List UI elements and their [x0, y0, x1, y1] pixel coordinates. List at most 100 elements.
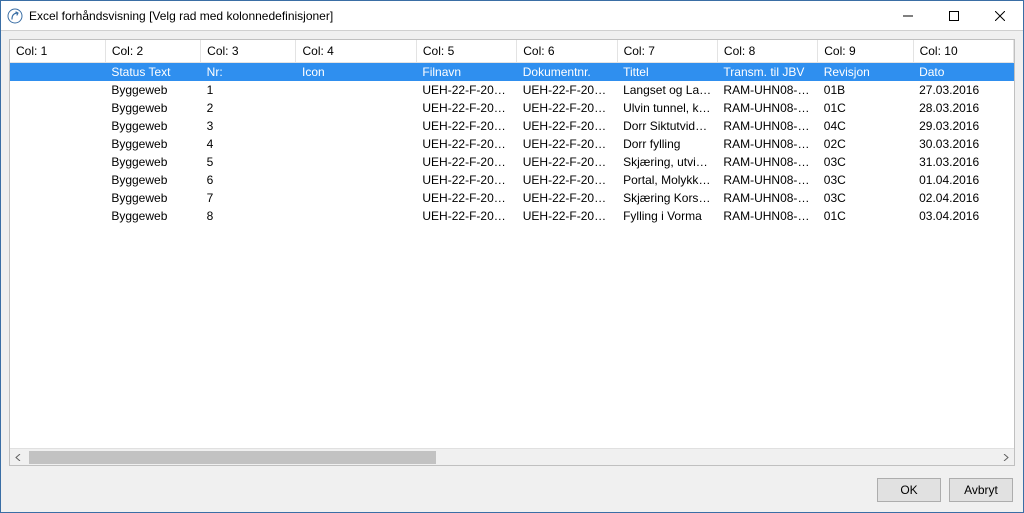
cancel-button-label: Avbryt	[964, 483, 998, 497]
titlebar[interactable]: Excel forhåndsvisning [Velg rad med kolo…	[1, 1, 1023, 31]
table-row[interactable]: Byggeweb8UEH-22-F-2057...UEH-22-F-20571F…	[10, 207, 1014, 225]
window-controls	[885, 1, 1023, 30]
cell: Dokumentnr.	[517, 63, 617, 81]
col-header[interactable]: Col: 1	[10, 40, 105, 63]
cell: RAM-UHN08-00...	[717, 171, 817, 189]
cell	[10, 81, 105, 99]
cell: Byggeweb	[105, 189, 200, 207]
cell: Filnavn	[416, 63, 516, 81]
table-row[interactable]: Byggeweb4UEH-22-F-2055...UEH-22-F-20550D…	[10, 135, 1014, 153]
cell: Nr:	[201, 63, 296, 81]
cell: Byggeweb	[105, 153, 200, 171]
scroll-thumb[interactable]	[29, 451, 436, 464]
cell	[296, 189, 416, 207]
ok-button[interactable]: OK	[877, 478, 941, 502]
cell: 02.04.2016	[913, 189, 1013, 207]
cell: UEH-22-F-2055...	[416, 135, 516, 153]
cell: UEH-22-F-20571	[517, 207, 617, 225]
horizontal-scrollbar[interactable]	[10, 448, 1014, 465]
table-row[interactable]: Byggeweb2UEH-22-F-2051...UEH-22-F-20515U…	[10, 99, 1014, 117]
scroll-track[interactable]	[27, 449, 997, 466]
scroll-right-button[interactable]	[997, 449, 1014, 466]
cell: 28.03.2016	[913, 99, 1013, 117]
table-row[interactable]: Byggeweb6UEH-22-F-2055...UEH-22-F-20557P…	[10, 171, 1014, 189]
cell	[10, 135, 105, 153]
col-header[interactable]: Col: 8	[717, 40, 817, 63]
cell: 1	[201, 81, 296, 99]
cell	[10, 153, 105, 171]
cell: 4	[201, 135, 296, 153]
cell: 8	[201, 207, 296, 225]
col-header[interactable]: Col: 9	[818, 40, 913, 63]
col-header[interactable]: Col: 4	[296, 40, 416, 63]
cell: Revisjon	[818, 63, 913, 81]
window: Excel forhåndsvisning [Velg rad med kolo…	[0, 0, 1024, 513]
cell: 01.04.2016	[913, 171, 1013, 189]
cell: 03C	[818, 189, 913, 207]
cell: RAM-UHN08-00...	[717, 81, 817, 99]
cell: 7	[201, 189, 296, 207]
col-header[interactable]: Col: 7	[617, 40, 717, 63]
cell: UEH-22-F-2055...	[416, 153, 516, 171]
cell: Dorr Siktutvidels...	[617, 117, 717, 135]
close-button[interactable]	[977, 1, 1023, 30]
cell: RAM-UHN08-00...	[717, 99, 817, 117]
footer: OK Avbryt	[1, 474, 1023, 512]
header-row[interactable]: Col: 1 Col: 2 Col: 3 Col: 4 Col: 5 Col: …	[10, 40, 1014, 63]
cell: Byggeweb	[105, 117, 200, 135]
cell: RAM-UHN08-00...	[717, 153, 817, 171]
cell: Langset og Lan...	[617, 81, 717, 99]
cell	[10, 207, 105, 225]
cell	[296, 207, 416, 225]
cell: UEH-22-F-2051...	[416, 117, 516, 135]
cell: Status Text	[105, 63, 200, 81]
col-header[interactable]: Col: 6	[517, 40, 617, 63]
cell	[296, 99, 416, 117]
table-row[interactable]: Byggeweb7UEH-22-F-2055...UEH-22-F-20559S…	[10, 189, 1014, 207]
cell: 2	[201, 99, 296, 117]
scroll-left-button[interactable]	[10, 449, 27, 466]
window-title: Excel forhåndsvisning [Velg rad med kolo…	[29, 9, 333, 23]
data-grid[interactable]: Col: 1 Col: 2 Col: 3 Col: 4 Col: 5 Col: …	[10, 40, 1014, 448]
cell	[10, 99, 105, 117]
cell: Portal, Molykkja ...	[617, 171, 717, 189]
cell: 02C	[818, 135, 913, 153]
minimize-button[interactable]	[885, 1, 931, 30]
table-row[interactable]: Byggeweb1UEH-22-F-2010...UEH-22-F-20101L…	[10, 81, 1014, 99]
cell: 01C	[818, 99, 913, 117]
cell	[296, 171, 416, 189]
ok-button-label: OK	[900, 483, 917, 497]
cell: UEH-22-F-20559	[517, 189, 617, 207]
maximize-button[interactable]	[931, 1, 977, 30]
cell: RAM-UHN08-00...	[717, 189, 817, 207]
cell: UEH-22-F-20557	[517, 171, 617, 189]
cell	[296, 153, 416, 171]
cell: Byggeweb	[105, 81, 200, 99]
col-header[interactable]: Col: 10	[913, 40, 1013, 63]
cell: 04C	[818, 117, 913, 135]
cell: 29.03.2016	[913, 117, 1013, 135]
col-header[interactable]: Col: 3	[201, 40, 296, 63]
cell: 30.03.2016	[913, 135, 1013, 153]
cell: UEH-22-F-2055...	[416, 189, 516, 207]
cell	[296, 117, 416, 135]
table-row[interactable]: Byggeweb3UEH-22-F-2051...UEH-22-F-20518D…	[10, 117, 1014, 135]
cancel-button[interactable]: Avbryt	[949, 478, 1013, 502]
cell	[296, 135, 416, 153]
cell: 27.03.2016	[913, 81, 1013, 99]
cell: UEH-22-F-2057...	[416, 207, 516, 225]
cell: Tittel	[617, 63, 717, 81]
cell: RAM-UHN08-00...	[717, 135, 817, 153]
cell: Icon	[296, 63, 416, 81]
table-row[interactable]: Byggeweb5UEH-22-F-2055...UEH-22-F-20553S…	[10, 153, 1014, 171]
cell	[10, 63, 105, 81]
cell: Byggeweb	[105, 99, 200, 117]
cell: Ulvin tunnel, km ...	[617, 99, 717, 117]
col-header[interactable]: Col: 5	[416, 40, 516, 63]
cell: 01C	[818, 207, 913, 225]
col-header[interactable]: Col: 2	[105, 40, 200, 63]
cell: Dato	[913, 63, 1013, 81]
cell: Transm. til JBV	[717, 63, 817, 81]
table-row[interactable]: Status TextNr:IconFilnavnDokumentnr.Titt…	[10, 63, 1014, 81]
cell: 6	[201, 171, 296, 189]
